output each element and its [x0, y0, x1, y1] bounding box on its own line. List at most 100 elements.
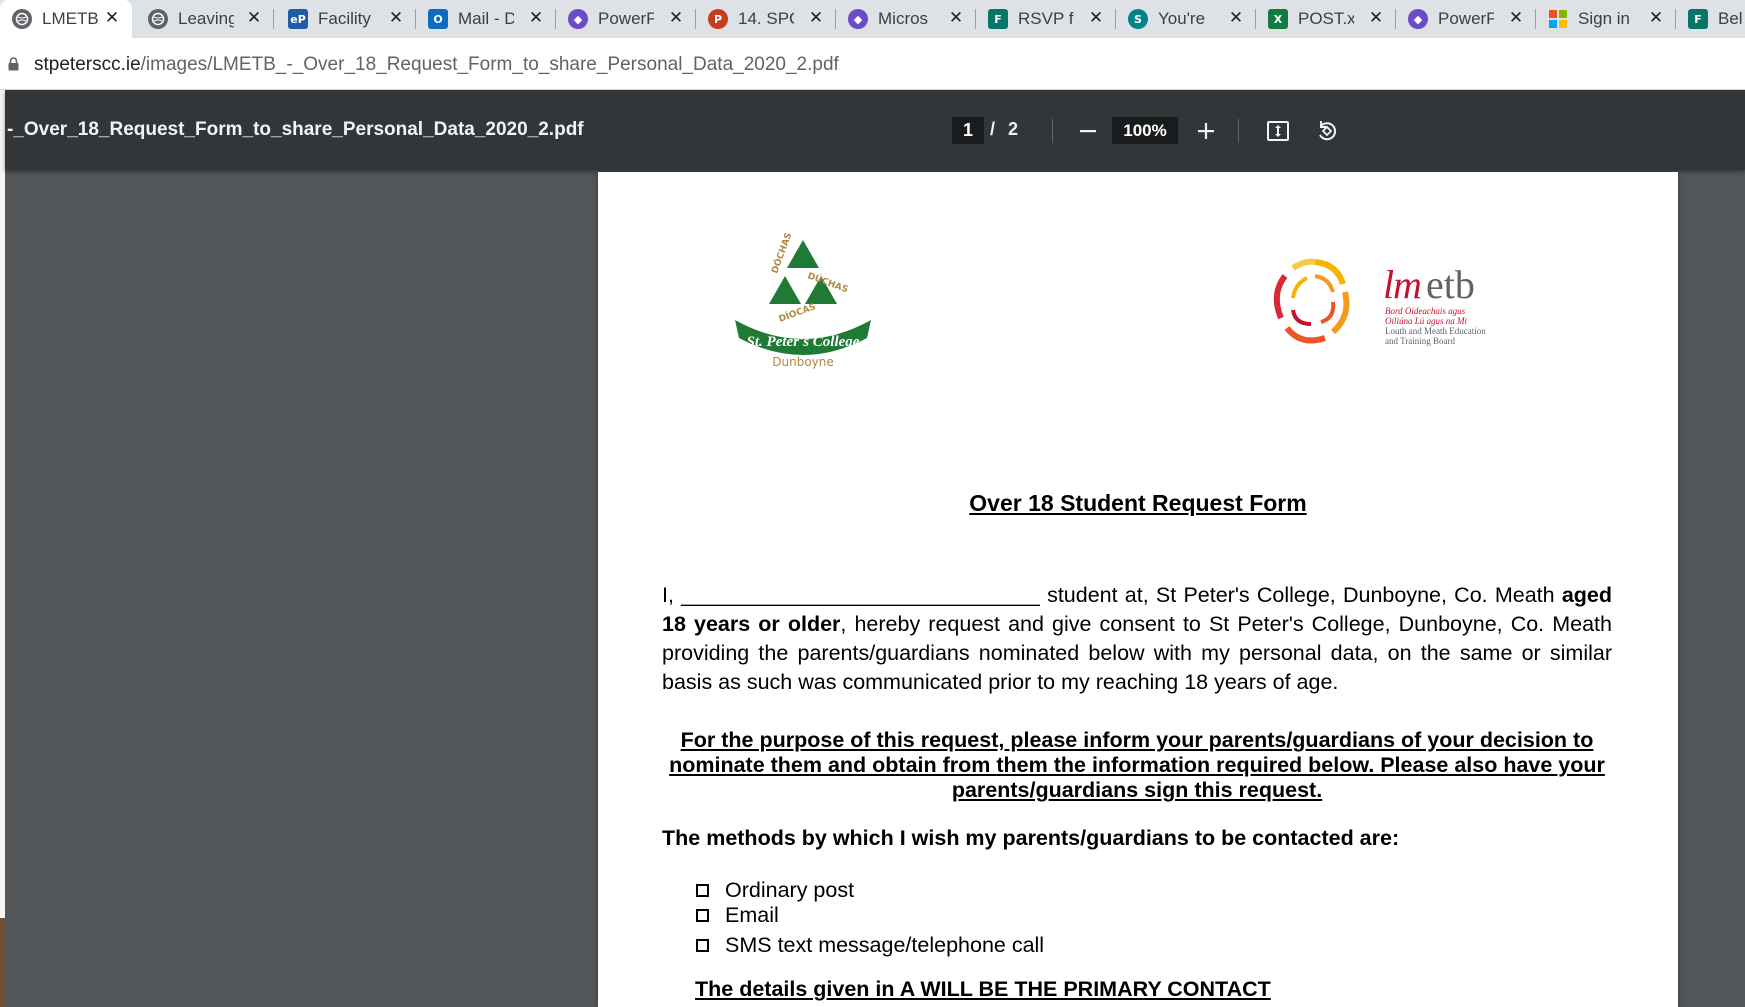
power-apps-icon: ◆: [848, 9, 868, 29]
toolbar-divider: [1238, 119, 1239, 143]
tab-rsvp[interactable]: F RSVP fo ✕: [976, 0, 1116, 38]
tab-post[interactable]: X POST.x ✕: [1256, 0, 1396, 38]
page-total: 2: [1008, 119, 1019, 139]
page-number-input[interactable]: 1: [952, 117, 984, 144]
lmetb-logo: l m etb Bord Oideachais agus Oiliúna Lú …: [1273, 258, 1486, 346]
option-sms: SMS text message/telephone call: [696, 933, 1044, 958]
globe-icon: [12, 9, 32, 29]
close-icon[interactable]: ✕: [666, 8, 686, 28]
svg-text:Louth and Meath Education: Louth and Meath Education: [1385, 326, 1486, 336]
svg-text:Dunboyne: Dunboyne: [772, 355, 834, 369]
forms-icon: F: [988, 9, 1008, 29]
zoom-level-input[interactable]: 100%: [1112, 117, 1178, 144]
tab-label: POST.x: [1298, 9, 1354, 28]
tab-strip: LMETB_ ✕ Leaving ✕ eP Facility ✕ O Mail …: [0, 0, 1745, 38]
option-email: Email: [696, 903, 779, 928]
tab-label: Bel: [1718, 9, 1743, 28]
tab-bel[interactable]: F Bel: [1676, 0, 1745, 38]
zoom-in-button[interactable]: [1191, 116, 1221, 146]
methods-heading: The methods by which I wish my parents/g…: [662, 826, 1400, 850]
document-title: -_Over_18_Request_Form_to_share_Personal…: [7, 119, 584, 140]
close-icon[interactable]: ✕: [244, 8, 264, 28]
tab-label: Sign in: [1578, 9, 1630, 28]
intro-paragraph: I, ______________________________ studen…: [662, 581, 1612, 697]
power-apps-icon: ◆: [568, 9, 588, 29]
close-icon[interactable]: ✕: [526, 8, 546, 28]
tab-lmetb[interactable]: LMETB_ ✕: [0, 0, 132, 38]
window-edge: [0, 90, 5, 1007]
svg-text:etb: etb: [1426, 262, 1475, 307]
svg-text:Bord Oideachais agus: Bord Oideachais agus: [1385, 306, 1466, 316]
url-text[interactable]: stpeterscc.ie/images/LMETB_-_Over_18_Req…: [34, 54, 839, 76]
tab-label: PowerP: [598, 9, 654, 28]
svg-text:and Training Board: and Training Board: [1385, 336, 1456, 346]
st-peters-college-logo: DÓCHAS DÚCHAS DÍOCAS St. Peter's College…: [735, 232, 871, 369]
power-apps-icon: ◆: [1408, 9, 1428, 29]
svg-text:DÍOCAS: DÍOCAS: [777, 300, 817, 324]
svg-text:DÓCHAS: DÓCHAS: [769, 232, 795, 275]
checkbox-icon: [696, 909, 709, 922]
tab-label: Leaving: [178, 9, 234, 28]
close-icon[interactable]: ✕: [946, 8, 966, 28]
tab-youre[interactable]: S You're ✕: [1116, 0, 1256, 38]
tab-label: You're: [1158, 9, 1206, 28]
intro-text-start: I, ______________________________ studen…: [662, 583, 1562, 607]
option-label: Ordinary post: [725, 878, 855, 902]
tab-leaving[interactable]: Leaving ✕: [136, 0, 274, 38]
tab-microsoft[interactable]: ◆ Micros ✕: [836, 0, 976, 38]
option-ordinary-post: Ordinary post: [696, 878, 854, 903]
svg-text:St. Peter's College: St. Peter's College: [747, 334, 860, 350]
url-host: stpeterscc.ie: [34, 54, 141, 75]
close-icon[interactable]: ✕: [1366, 8, 1386, 28]
tab-label: Micros: [878, 9, 929, 28]
svg-text:m: m: [1393, 262, 1422, 307]
checkbox-icon: [696, 939, 709, 952]
powerpoint-icon: P: [708, 9, 728, 29]
tab-powerapps-2[interactable]: ◆ PowerP ✕: [1396, 0, 1536, 38]
option-label: Email: [725, 903, 779, 927]
forms-icon: F: [1688, 9, 1708, 29]
eportal-icon: eP: [288, 9, 308, 29]
pdf-toolbar: -_Over_18_Request_Form_to_share_Personal…: [5, 90, 1745, 170]
option-label: SMS text message/telephone call: [725, 933, 1045, 957]
tab-label: LMETB_: [42, 9, 98, 28]
tab-sign-in[interactable]: Sign in ✕: [1536, 0, 1676, 38]
outlook-icon: O: [428, 9, 448, 29]
url-path: /images/LMETB_-_Over_18_Request_Form_to_…: [140, 54, 839, 75]
toolbar-divider: [1052, 119, 1053, 143]
tab-divider: [273, 9, 274, 29]
close-icon[interactable]: ✕: [1226, 8, 1246, 28]
tab-facility[interactable]: eP Facility ✕: [276, 0, 416, 38]
close-icon[interactable]: ✕: [1646, 8, 1666, 28]
close-icon[interactable]: ✕: [806, 8, 826, 28]
tab-label: Facility: [318, 9, 371, 28]
tab-label: 14. SPC: [738, 9, 794, 28]
close-icon[interactable]: ✕: [386, 8, 406, 28]
fit-to-page-icon[interactable]: [1263, 116, 1293, 146]
microsoft-icon: [1548, 9, 1568, 29]
tab-powerpoint[interactable]: P 14. SPC ✕: [696, 0, 836, 38]
tab-label: RSVP fo: [1018, 9, 1074, 28]
close-icon[interactable]: ✕: [1506, 8, 1526, 28]
tab-label: PowerP: [1438, 9, 1494, 28]
svg-text:Oiliúna Lú agus na Mí: Oiliúna Lú agus na Mí: [1385, 316, 1469, 326]
rotate-icon[interactable]: [1312, 116, 1342, 146]
desktop-edge: [0, 918, 5, 1007]
page-separator: /: [990, 119, 996, 139]
sharepoint-icon: S: [1128, 9, 1148, 29]
close-icon[interactable]: ✕: [102, 8, 122, 28]
globe-icon: [148, 9, 168, 29]
close-icon[interactable]: ✕: [1086, 8, 1106, 28]
tab-powerapps[interactable]: ◆ PowerP ✕: [556, 0, 696, 38]
tab-label: Mail - D: [458, 9, 514, 28]
excel-icon: X: [1268, 9, 1288, 29]
zoom-out-button[interactable]: [1073, 116, 1103, 146]
purpose-paragraph: For the purpose of this request, please …: [669, 728, 1605, 802]
lock-icon[interactable]: [8, 57, 19, 71]
tab-mail[interactable]: O Mail - D ✕: [416, 0, 556, 38]
address-bar[interactable]: stpeterscc.ie/images/LMETB_-_Over_18_Req…: [0, 38, 1745, 90]
pdf-page: DÓCHAS DÚCHAS DÍOCAS St. Peter's College…: [598, 172, 1678, 1007]
primary-contact-heading: The details given in A WILL BE THE PRIMA…: [695, 977, 1271, 1001]
checkbox-icon: [696, 884, 709, 897]
form-title: Over 18 Student Request Form: [969, 490, 1307, 516]
